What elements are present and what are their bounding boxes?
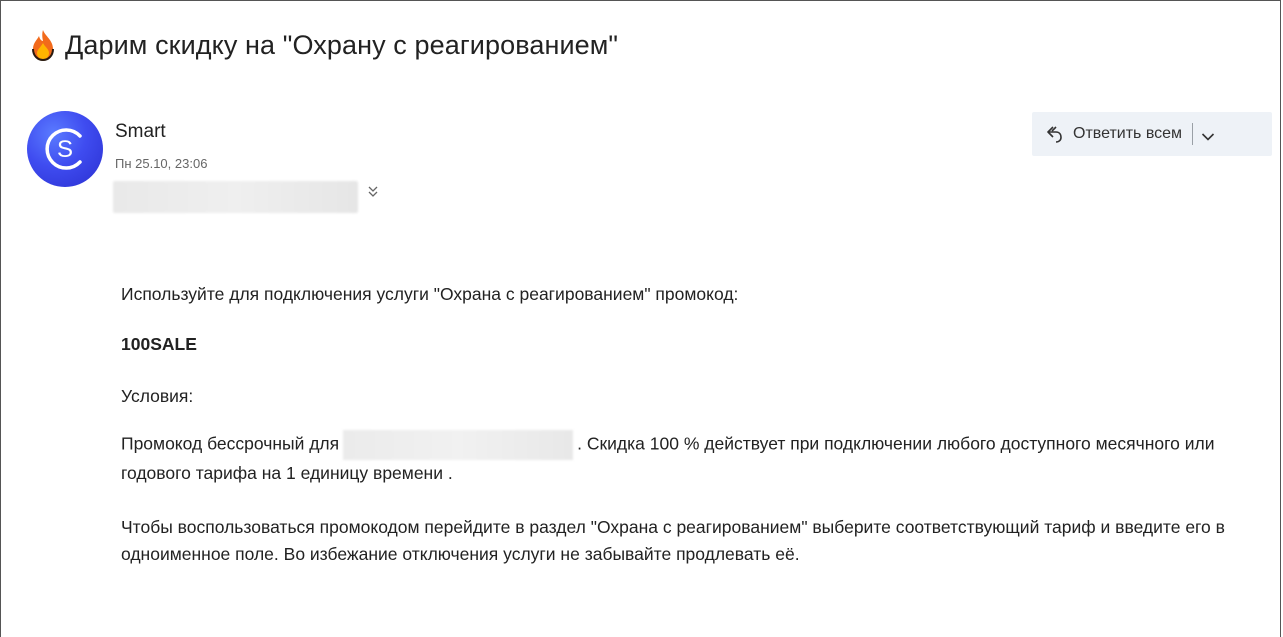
reply-all-icon[interactable] [1044,124,1064,144]
divider [1192,123,1194,145]
redacted-text [343,430,574,460]
smart-logo-icon: S [45,128,82,170]
body-paragraph-conditions: Промокод бессрочный для. Скидка 100 % де… [121,430,1261,487]
sent-date: Пн 25.10, 23:06 [115,156,208,171]
conditions-label: Условия: [121,386,194,406]
recipient-redacted [113,181,358,213]
body-paragraph-1: Используйте для подключения услуги "Охра… [121,284,739,304]
svg-text:S: S [57,136,73,163]
email-reading-pane: Дарим скидку на "Охрану с реагированием"… [0,0,1281,637]
body-paragraph-instructions: Чтобы воспользоваться промокодом перейди… [121,517,1225,564]
chevron-down-icon[interactable] [1201,129,1215,141]
email-subject: Дарим скидку на "Охрану с реагированием" [31,29,618,61]
subject-text: Дарим скидку на "Охрану с реагированием" [65,29,619,60]
reply-all-button[interactable]: Ответить всем [1073,125,1182,143]
promo-code: 100SALE [121,334,197,354]
fire-icon [31,29,55,61]
avatar[interactable]: S [27,111,103,187]
sender-name[interactable]: Smart [115,121,166,143]
conditions-text-start: Промокод бессрочный для [121,433,340,454]
double-chevron-down-icon[interactable] [367,185,379,199]
reply-all-button-group: Ответить всем [1032,112,1272,156]
